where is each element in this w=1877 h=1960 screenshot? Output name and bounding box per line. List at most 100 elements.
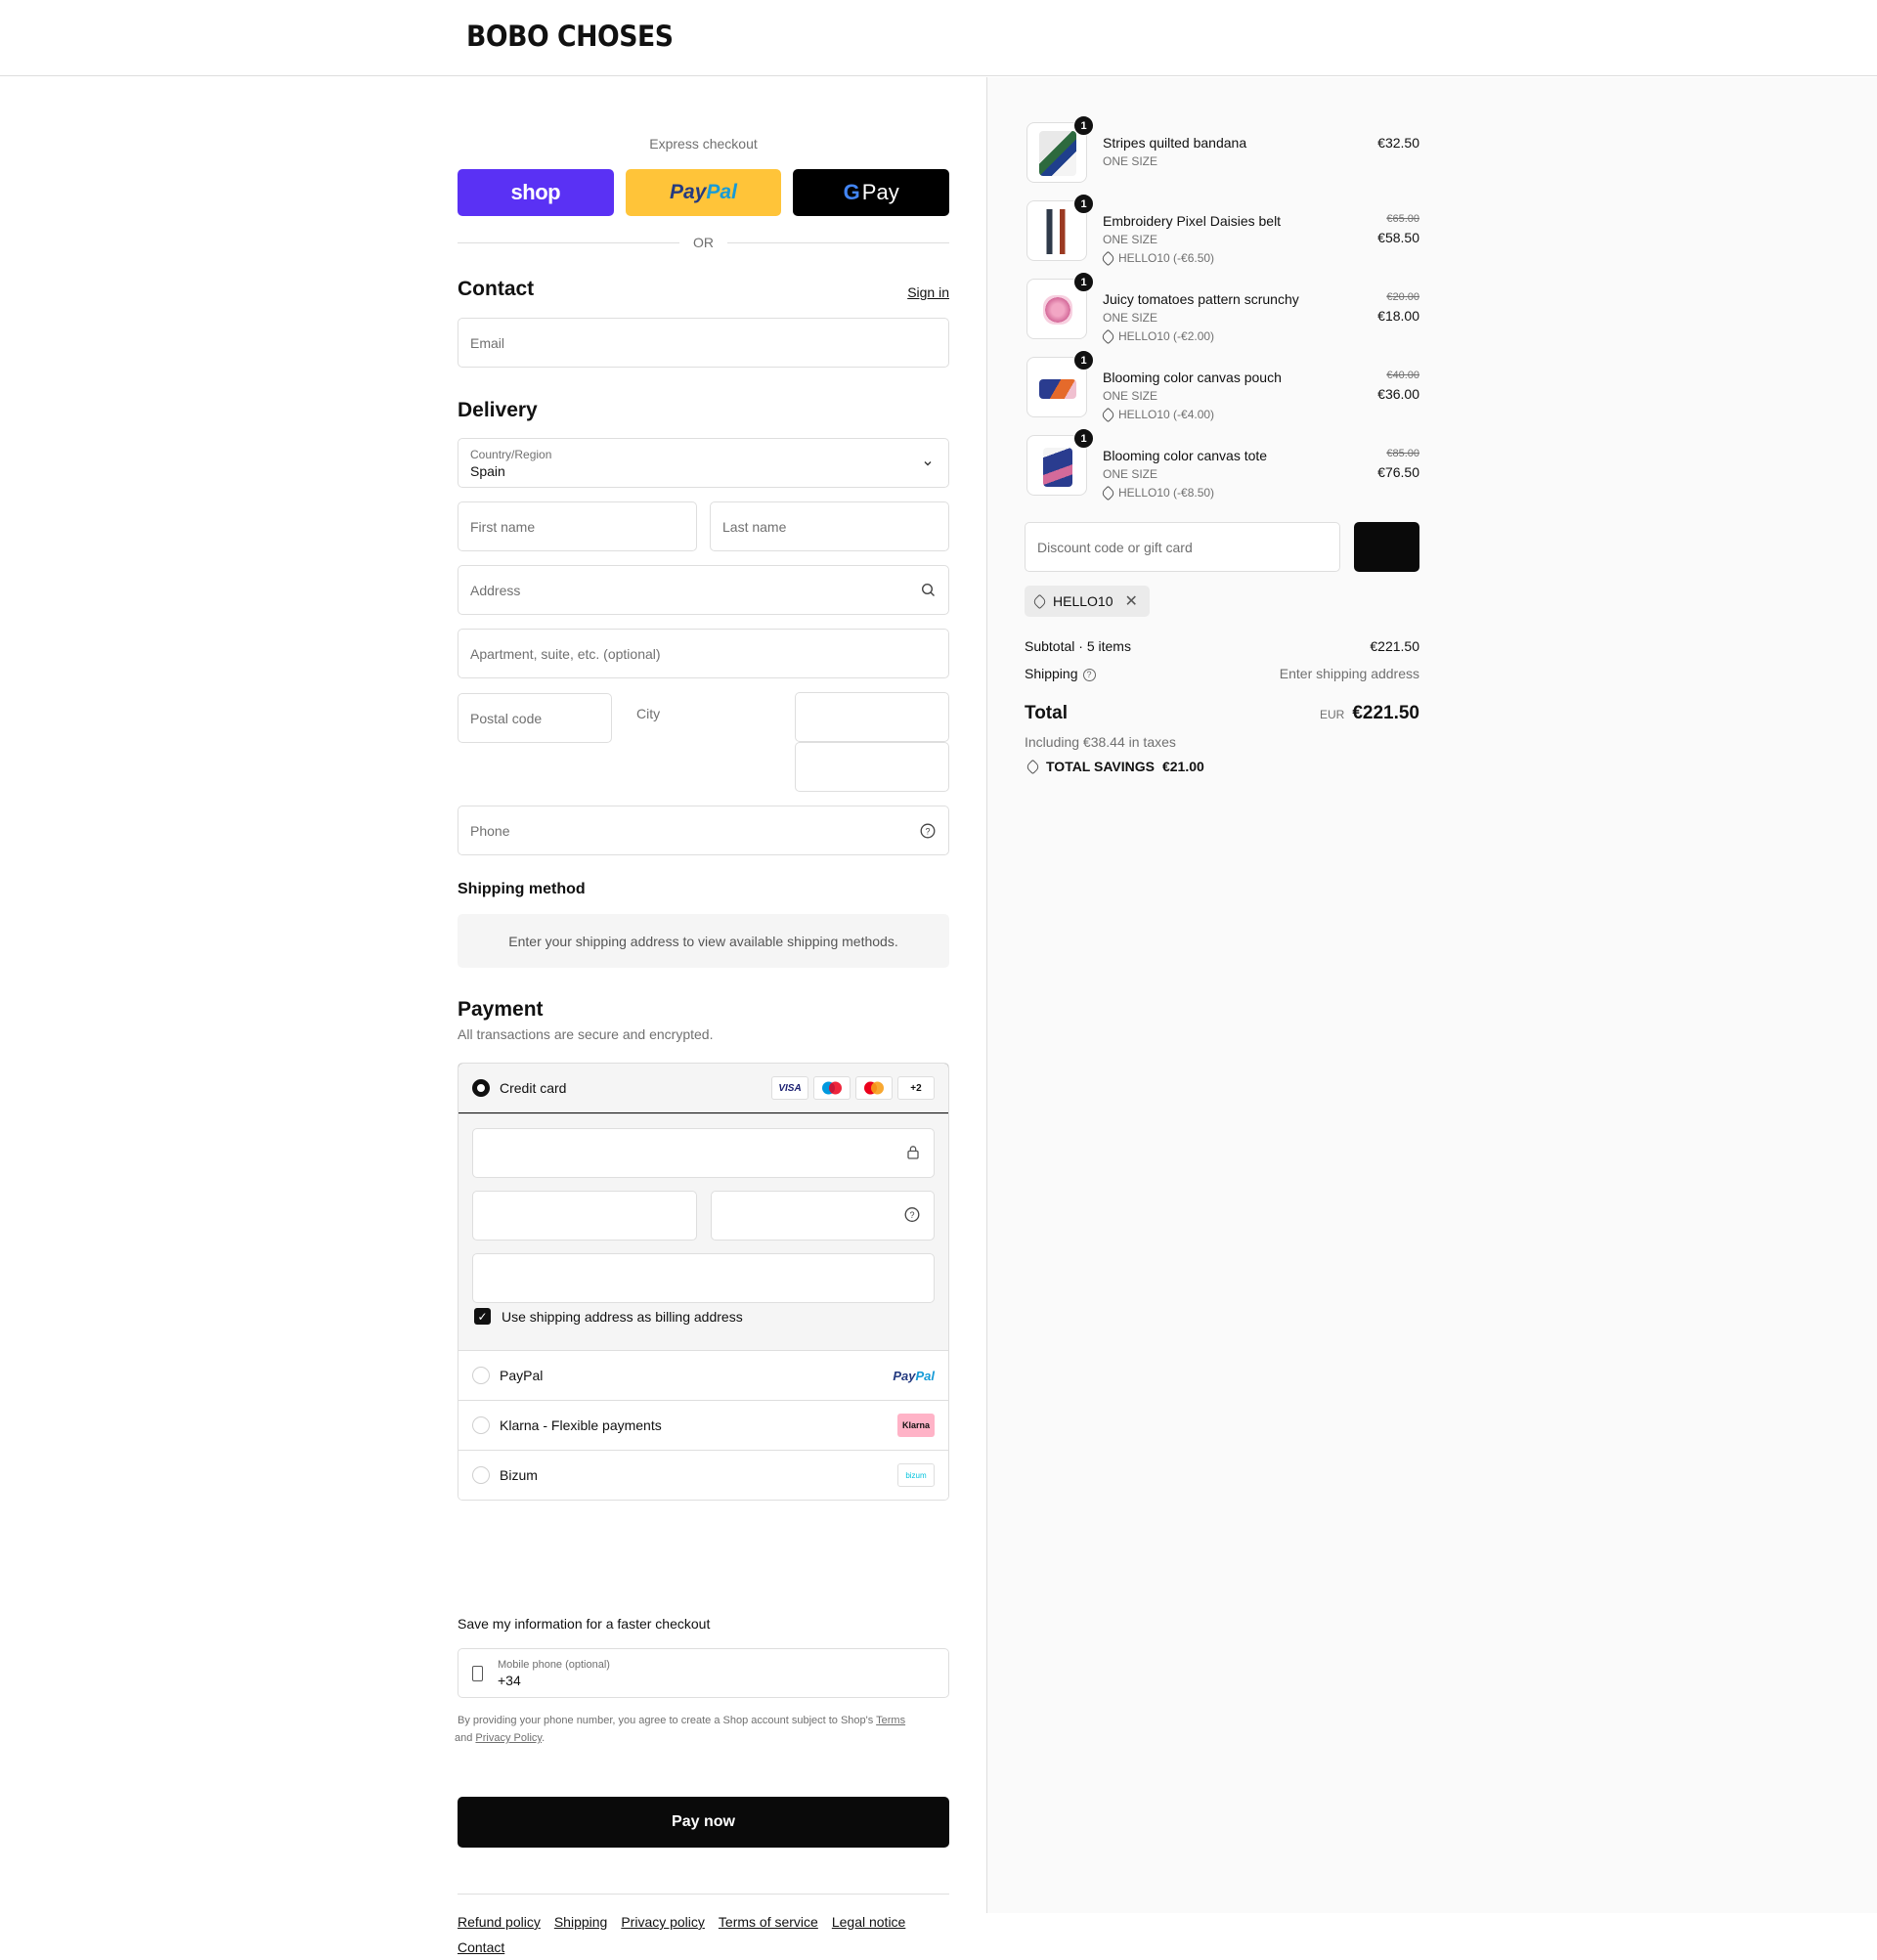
delivery-title: Delivery <box>458 399 538 421</box>
express-checkout-title: Express checkout <box>649 136 758 152</box>
contact-link[interactable]: Contact <box>458 1935 504 1960</box>
shipping-value: Enter shipping address <box>1279 666 1419 681</box>
visa-icon: VISA <box>771 1076 808 1100</box>
product-name: Stripes quilted bandana <box>1103 135 1247 151</box>
product-variant: ONE SIZE <box>1103 389 1158 403</box>
currency-code: EUR <box>1319 708 1345 721</box>
save-info-title: Save my information for a faster checkou… <box>458 1616 711 1632</box>
product-price: €32.50 <box>1377 135 1419 151</box>
contact-title: Contact <box>458 278 535 300</box>
discount-code-field[interactable]: Discount code or gift card <box>1025 522 1340 572</box>
name-on-card-field[interactable] <box>472 1253 935 1303</box>
credit-card-label: Credit card <box>500 1080 567 1096</box>
tag-icon <box>1031 593 1048 609</box>
product-price: €18.00 <box>1377 308 1419 324</box>
shop-pay-button[interactable]: shop <box>458 169 614 216</box>
line-item: 1 Embroidery Pixel Daisies belt ONE SIZE… <box>1025 194 1419 266</box>
paypal-radio[interactable] <box>472 1367 490 1384</box>
total-savings: TOTAL SAVINGS €21.00 <box>1025 759 1204 774</box>
expiration-date-field[interactable] <box>472 1191 697 1241</box>
card-number-field[interactable] <box>472 1128 935 1178</box>
mobile-phone-field[interactable]: Mobile phone (optional) +34 <box>458 1648 949 1698</box>
taxes-row: Including €38.44 in taxes <box>1025 734 1419 750</box>
email-field[interactable]: Email <box>458 318 949 368</box>
product-variant: ONE SIZE <box>1103 154 1158 168</box>
checkmark-icon[interactable]: ✓ <box>474 1308 491 1325</box>
line-item: 1 Stripes quilted bandana ONE SIZE €32.5… <box>1025 115 1419 185</box>
payment-title: Payment <box>458 998 544 1021</box>
product-price: €58.50 <box>1377 230 1419 245</box>
address-placeholder: Address <box>470 582 521 598</box>
svg-text:?: ? <box>909 1210 914 1220</box>
footer-divider <box>458 1894 949 1895</box>
payment-methods: Credit card VISA +2 ? ✓ Use shipping add… <box>458 1063 949 1501</box>
google-pay-button[interactable]: G Pay <box>793 169 950 216</box>
help-icon[interactable]: ? <box>904 1206 920 1225</box>
lock-icon <box>906 1145 920 1162</box>
privacy-policy-link[interactable]: Privacy Policy <box>475 1732 542 1744</box>
product-original-price: €85.00 <box>1386 448 1419 459</box>
mobile-phone-label: Mobile phone (optional) <box>498 1658 610 1671</box>
mobile-phone-icon <box>472 1665 483 1681</box>
city-field[interactable] <box>795 692 949 742</box>
tag-icon <box>1100 328 1116 344</box>
province-select[interactable] <box>795 742 949 792</box>
google-pay-label: Pay <box>861 180 899 204</box>
help-icon[interactable]: ? <box>1082 668 1096 681</box>
savings-value: €21.00 <box>1161 759 1204 774</box>
credit-card-radio[interactable] <box>472 1079 490 1097</box>
product-price: €36.00 <box>1377 386 1419 402</box>
paypal-option[interactable]: PayPal PayPal <box>458 1350 948 1400</box>
sign-in-link[interactable]: Sign in <box>907 284 949 300</box>
billing-address-checkbox[interactable]: ✓ Use shipping address as billing addres… <box>474 1308 743 1325</box>
billing-address-label: Use shipping address as billing address <box>502 1308 743 1325</box>
paypal-label: PayPal <box>500 1368 544 1383</box>
klarna-radio[interactable] <box>472 1416 490 1434</box>
first-name-field[interactable]: First name <box>458 501 697 551</box>
legal-text-c: . <box>542 1732 546 1744</box>
tag-icon <box>1025 759 1041 774</box>
discount-code-placeholder: Discount code or gift card <box>1037 539 1193 555</box>
shop-pay-label: shop <box>510 180 561 204</box>
security-code-field[interactable]: ? <box>711 1191 935 1241</box>
product-discount: HELLO10 (-€2.00) <box>1100 328 1215 344</box>
address-field[interactable]: Address <box>458 565 949 615</box>
remove-discount-icon[interactable]: ✕ <box>1124 591 1137 611</box>
bizum-label: Bizum <box>500 1467 538 1483</box>
postal-code-placeholder: Postal code <box>470 710 543 726</box>
maestro-icon <box>813 1076 851 1100</box>
store-logo[interactable]: BOBO CHOSES <box>466 20 674 53</box>
credit-card-option[interactable]: Credit card VISA +2 <box>458 1064 948 1113</box>
country-label: Country/Region <box>470 447 552 461</box>
paypal-brand-pal: Pal <box>915 1368 935 1383</box>
bizum-logo-icon: bizum <box>897 1463 935 1487</box>
product-discount: HELLO10 (-€4.00) <box>1100 407 1214 422</box>
klarna-option[interactable]: Klarna - Flexible payments Klarna <box>458 1400 948 1450</box>
postal-code-field[interactable]: Postal code <box>458 693 612 743</box>
quantity-badge: 1 <box>1073 272 1094 292</box>
apartment-field[interactable]: Apartment, suite, etc. (optional) <box>458 629 949 678</box>
first-name-placeholder: First name <box>470 518 536 535</box>
discount-text: HELLO10 (-€2.00) <box>1118 329 1215 343</box>
legal-text-b: and <box>455 1732 476 1744</box>
help-icon[interactable]: ? <box>919 822 937 840</box>
bizum-radio[interactable] <box>472 1466 490 1484</box>
apply-discount-button[interactable] <box>1354 522 1419 572</box>
bizum-option[interactable]: Bizum bizum <box>458 1450 948 1500</box>
quantity-badge: 1 <box>1073 115 1094 136</box>
phone-field[interactable]: Phone ? <box>458 806 949 855</box>
pay-now-button[interactable]: Pay now <box>458 1797 949 1848</box>
tag-icon <box>1100 250 1116 266</box>
last-name-field[interactable]: Last name <box>710 501 949 551</box>
paypal-express-button[interactable]: Pay Pal <box>625 169 782 216</box>
country-value: Spain <box>470 462 505 479</box>
product-name: Blooming color canvas pouch <box>1103 370 1282 385</box>
terms-link[interactable]: Terms <box>876 1715 905 1726</box>
more-cards-badge: +2 <box>897 1076 935 1100</box>
quantity-badge: 1 <box>1073 194 1094 214</box>
line-item: 1 Blooming color canvas pouch ONE SIZE H… <box>1025 350 1419 422</box>
product-variant: ONE SIZE <box>1103 467 1158 481</box>
country-select[interactable]: Country/Region Spain <box>458 438 949 488</box>
applied-code-label: HELLO10 <box>1053 593 1113 609</box>
or-label: OR <box>693 235 714 250</box>
